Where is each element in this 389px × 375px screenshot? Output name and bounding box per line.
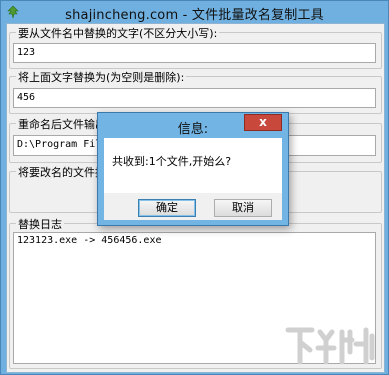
find-text-group: 要从文件名中替换的文字(不区分大小写): 123 <box>9 25 382 69</box>
info-dialog: 信息: x 共收到:1个文件,开始么? 确定 取消 <box>97 112 289 226</box>
xiazaiba-logo-icon <box>285 327 375 365</box>
replace-text-input[interactable]: 456 <box>13 88 376 108</box>
cancel-button[interactable]: 取消 <box>214 199 272 217</box>
window-title: shajincheng.com - 文件批量改名复制工具 <box>65 8 324 23</box>
title-bar[interactable]: shajincheng.com - 文件批量改名复制工具 <box>1 1 388 23</box>
find-text-input[interactable]: 123 <box>13 43 376 63</box>
dialog-message: 共收到:1个文件,开始么? <box>112 155 232 168</box>
replace-text-label: 将上面文字替换为(为空则是删除): <box>16 69 187 85</box>
dialog-footer: 确定 取消 <box>104 193 282 220</box>
log-label: 替换日志 <box>16 216 64 232</box>
dialog-body: 共收到:1个文件,开始么? <box>104 138 282 193</box>
find-text-label: 要从文件名中替换的文字(不区分大小写): <box>16 25 220 41</box>
close-icon[interactable]: x <box>244 114 282 131</box>
ok-button[interactable]: 确定 <box>138 199 196 217</box>
replace-text-group: 将上面文字替换为(为空则是删除): 456 <box>9 69 382 114</box>
log-line: 123123.exe -> 456456.exe <box>17 235 162 246</box>
